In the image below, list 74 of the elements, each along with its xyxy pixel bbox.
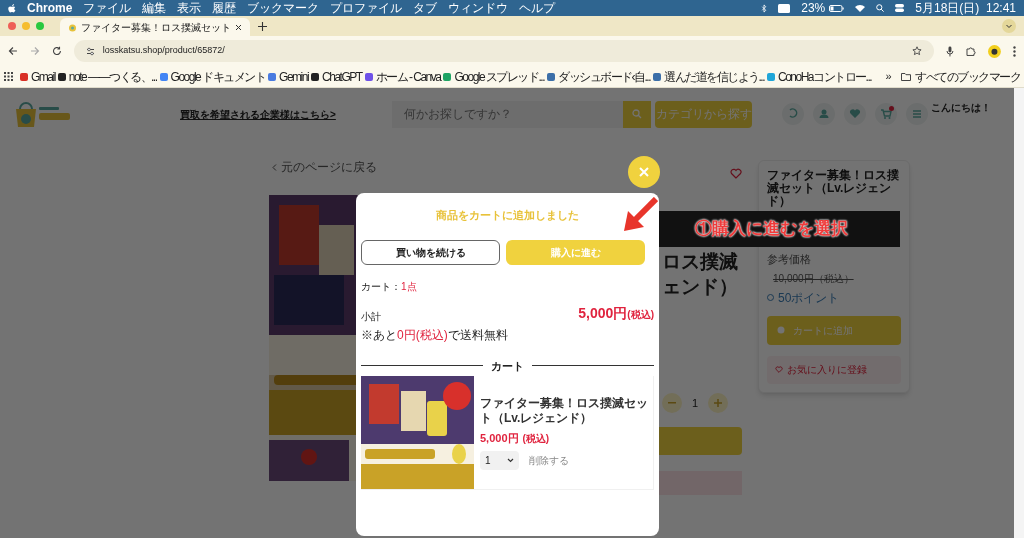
bookmark-link[interactable]: ダッシュボード‹自... xyxy=(547,67,650,86)
reload-icon[interactable] xyxy=(51,46,62,56)
plus-icon xyxy=(714,399,722,407)
input-menu-icon[interactable] xyxy=(778,3,791,13)
menu-item[interactable]: タブ xyxy=(413,2,438,14)
quantity-value: 1 xyxy=(690,395,700,411)
minus-icon xyxy=(668,402,676,404)
menu-item[interactable]: 履歴 xyxy=(212,2,237,14)
close-button[interactable] xyxy=(628,156,660,188)
menu-item[interactable]: 編集 xyxy=(142,2,167,14)
profile-avatar-icon[interactable] xyxy=(988,44,1001,58)
purchase-bar[interactable] xyxy=(656,427,742,455)
bluetooth-icon[interactable] xyxy=(761,3,768,13)
card-title: ファイター募集！ロス撲滅セット（Lv.レジェンド） xyxy=(767,169,900,208)
search-icon[interactable] xyxy=(876,4,885,12)
battery-icon[interactable] xyxy=(829,4,845,12)
site-settings-icon[interactable] xyxy=(85,46,95,56)
menu-item[interactable]: 表示 xyxy=(177,2,202,14)
all-bookmarks-link[interactable]: すべてのブックマーク xyxy=(901,67,1020,86)
bookmark-link[interactable]: Gemini xyxy=(268,67,309,86)
scrollbar[interactable] xyxy=(1014,88,1024,538)
bookmark-link[interactable]: ホーム - Canva xyxy=(364,67,441,86)
item-name: ファイター募集！ロス撲滅セット（Lv.レジェンド） xyxy=(480,396,648,426)
remove-link[interactable]: 削除する xyxy=(529,452,569,468)
reference-price: 10,000円（税込） xyxy=(772,271,855,286)
menu-item[interactable]: ウィンドウ xyxy=(448,2,509,14)
bookmark-link[interactable]: Google スプレッド... xyxy=(443,67,544,86)
points-text: 50ポイント xyxy=(767,288,901,307)
more-bookmarks-button[interactable]: » xyxy=(885,68,890,85)
menu-bar-clock: 5月18日(日) 12:41 xyxy=(915,2,1016,14)
chevron-left-icon xyxy=(272,163,277,171)
url-text: losskatsu.shop/product/65872/ xyxy=(102,44,226,58)
menu-item[interactable]: ファイル xyxy=(83,2,132,14)
annotation-text: ①購入に進むを選択 xyxy=(695,218,848,241)
bookmark-link[interactable]: Google ドキュメント xyxy=(159,67,266,86)
search-icon xyxy=(632,109,642,119)
product-title: ロス撲滅 xyxy=(662,250,739,274)
apps-grid-icon[interactable] xyxy=(4,72,13,81)
more-menu-icon[interactable] xyxy=(1013,45,1016,57)
app-menu[interactable]: Chrome xyxy=(27,2,73,14)
menu-item[interactable]: ヘルプ xyxy=(519,2,556,14)
browser-tab[interactable]: ファイター募集！ロス撲滅セット xyxy=(60,18,250,36)
menu-item[interactable]: ブックマーク xyxy=(247,2,320,14)
reference-label: 参考価格 xyxy=(767,252,812,267)
back-link[interactable]: 元のページに戻る xyxy=(269,160,519,174)
bookmark-link[interactable]: note ——つくる、... xyxy=(57,67,157,86)
wifi-icon[interactable] xyxy=(855,4,866,12)
star-icon[interactable] xyxy=(912,46,923,56)
control-center-icon[interactable] xyxy=(895,4,905,12)
menu-item[interactable]: プロファイル xyxy=(330,2,403,14)
business-link[interactable]: 買取を希望される企業様はこちら> xyxy=(180,106,392,122)
heart-outline-icon[interactable] xyxy=(730,168,742,179)
favorite-bar[interactable] xyxy=(656,471,742,495)
close-icon xyxy=(639,167,649,177)
bookmark-link[interactable]: Gmail xyxy=(20,67,55,86)
back-arrow-icon[interactable] xyxy=(8,46,18,56)
microphone-icon[interactable] xyxy=(946,45,955,57)
folder-icon xyxy=(901,72,911,81)
bookmark-link[interactable]: 選んだ道を信じよう... xyxy=(653,67,764,86)
heart-outline-icon xyxy=(775,366,783,373)
product-title: ェンド） xyxy=(662,275,739,299)
tab-title: ファイター募集！ロス撲滅セット xyxy=(81,20,231,35)
battery-percent: 23% xyxy=(801,2,826,14)
apple-icon[interactable] xyxy=(8,3,16,13)
new-tab-icon[interactable] xyxy=(258,21,267,31)
greeting-text: こんにちは！ xyxy=(931,101,991,115)
chevron-down-icon[interactable] xyxy=(1002,19,1016,33)
bookmark-link[interactable]: ChatGPT xyxy=(311,67,362,86)
close-icon[interactable] xyxy=(235,23,242,31)
address-bar[interactable]: losskatsu.shop/product/65872/ xyxy=(73,40,935,62)
subtotal-price: 5,000円(税込) xyxy=(578,303,654,323)
pointer-arrow xyxy=(622,197,658,233)
site-favicon-icon xyxy=(68,22,77,32)
bookmark-link[interactable]: ConoHaコントロー... xyxy=(767,67,872,86)
